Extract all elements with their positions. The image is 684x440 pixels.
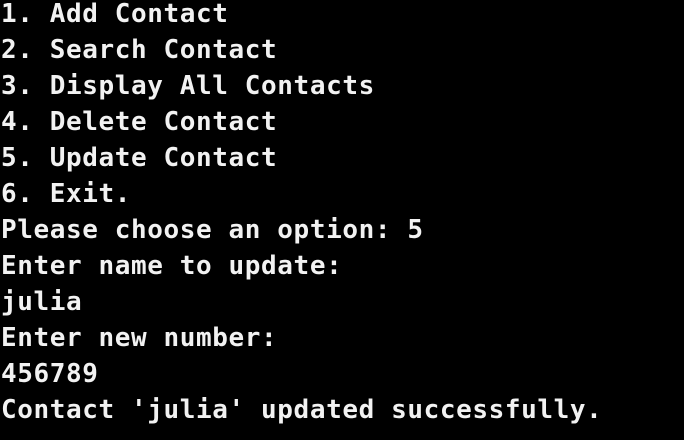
name-input-echo: julia: [1, 287, 83, 317]
name-prompt: Enter name to update:: [1, 251, 343, 281]
menu-option-exit: 6. Exit.: [1, 179, 132, 209]
number-prompt: Enter new number:: [1, 323, 278, 353]
menu-option-search-contact: 2. Search Contact: [1, 35, 278, 65]
menu-option-update-contact: 5. Update Contact: [1, 143, 278, 173]
menu-option-add-contact: 1. Add Contact: [1, 0, 229, 29]
menu-option-display-all-contacts: 3. Display All Contacts: [1, 71, 375, 101]
update-success-message: Contact 'julia' updated successfully.: [1, 395, 603, 425]
menu-option-delete-contact: 4. Delete Contact: [1, 107, 278, 137]
number-input-echo: 456789: [1, 359, 99, 389]
option-prompt-with-input: Please choose an option: 5: [1, 215, 424, 245]
terminal-window[interactable]: 1. Add Contact 2. Search Contact 3. Disp…: [0, 0, 684, 440]
